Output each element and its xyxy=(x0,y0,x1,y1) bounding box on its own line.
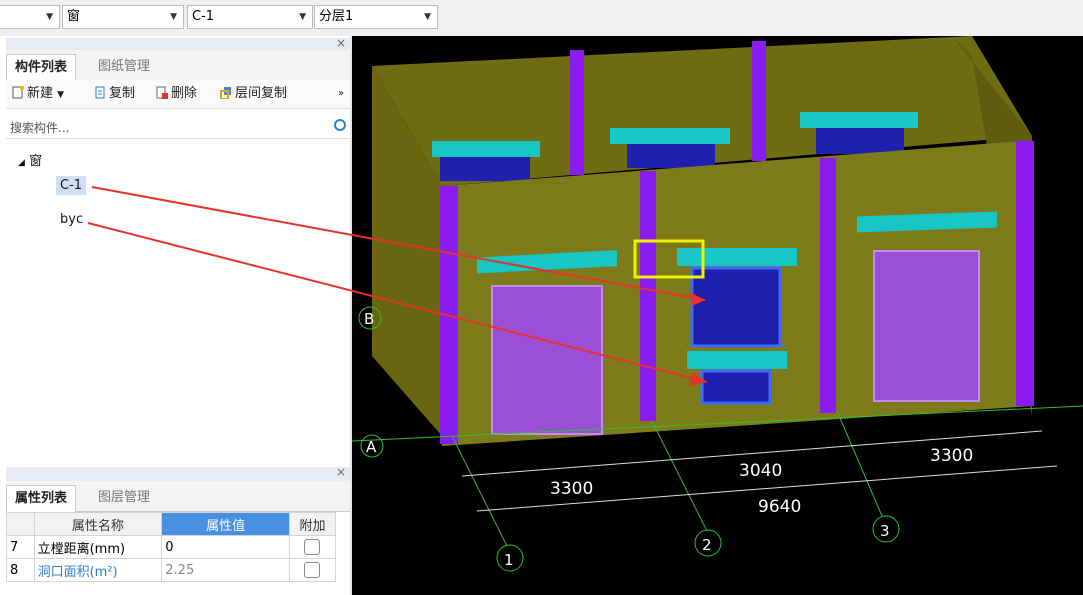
back-column xyxy=(752,41,766,161)
chevron-down-icon: ▼ xyxy=(424,12,431,22)
front-column xyxy=(1016,141,1034,406)
category-dropdown[interactable]: ▼ xyxy=(0,5,60,29)
copy-button-label: 复制 xyxy=(109,86,136,101)
copy-button[interactable]: 复制 xyxy=(94,84,135,104)
tree-item-c1[interactable]: C-1 xyxy=(56,176,87,195)
component-tree: ◢ 窗 C-1 byc xyxy=(6,140,353,462)
copy-icon xyxy=(94,86,106,99)
component-dropdown[interactable]: C-1 ▼ xyxy=(187,5,313,29)
extra-checkbox[interactable] xyxy=(288,558,337,582)
property-tabs: 属性列表 图层管理 xyxy=(6,481,352,512)
tree-item-byc[interactable]: byc xyxy=(60,212,83,227)
column-header-value: 属性值 xyxy=(161,512,290,536)
column-header-extra: 附加 xyxy=(288,512,337,536)
chevron-down-icon: ▼ xyxy=(46,12,53,22)
property-value[interactable]: 0 xyxy=(161,535,290,559)
axis-label-1: 1 xyxy=(504,551,514,569)
floor-copy-icon xyxy=(220,86,232,100)
dimension-3300-right: 3300 xyxy=(930,446,973,466)
search-icon[interactable] xyxy=(334,119,346,131)
type-dropdown[interactable]: 窗 ▼ xyxy=(62,5,184,29)
extra-checkbox[interactable] xyxy=(288,535,337,559)
chevron-down-icon: ▼ xyxy=(57,90,65,100)
property-value[interactable]: 2.25 xyxy=(161,558,290,582)
axis-label-a: A xyxy=(366,438,377,456)
3d-viewport[interactable]: B A 1 2 3 3300 3040 3300 9640 xyxy=(352,36,1083,595)
delete-button[interactable]: 删除 xyxy=(156,84,197,104)
dimension-3040: 3040 xyxy=(739,461,782,481)
grid-line-3 xyxy=(836,410,883,517)
property-name: 立樘距离(mm) xyxy=(33,535,163,559)
front-lintel xyxy=(677,248,797,266)
front-door xyxy=(491,285,603,435)
dimension-3300-left: 3300 xyxy=(550,479,593,499)
tab-property-list[interactable]: 属性列表 xyxy=(6,485,77,512)
front-column xyxy=(440,186,458,444)
delete-icon xyxy=(156,86,168,99)
front-column xyxy=(820,158,836,413)
layer-dropdown[interactable]: 分层1 ▼ xyxy=(314,5,438,29)
tab-layer-management[interactable]: 图层管理 xyxy=(90,485,158,511)
tree-root-window[interactable]: ◢ 窗 xyxy=(18,150,42,169)
dimension-9640-total: 9640 xyxy=(758,497,801,517)
new-button-label: 新建 xyxy=(27,86,54,101)
close-icon[interactable]: × xyxy=(336,36,346,50)
front-lintel xyxy=(687,351,787,369)
back-column xyxy=(570,50,584,175)
table-row[interactable]: 8 洞口面积(m²) 2.25 xyxy=(6,558,337,582)
building-3d-model[interactable]: B A 1 2 3 3300 3040 3300 9640 xyxy=(352,36,1083,595)
component-tabs: 构件列表 图纸管理 xyxy=(6,50,352,81)
front-column xyxy=(640,171,656,421)
component-toolbar: 新建 ▼ 复制 删除 层间复制 » xyxy=(6,80,352,109)
row-number: 7 xyxy=(6,535,35,559)
floor-copy-button[interactable]: 层间复制 xyxy=(220,84,287,104)
new-button[interactable]: 新建 ▼ xyxy=(12,84,64,104)
chevron-down-icon: ▼ xyxy=(299,12,306,22)
grid-line-2 xyxy=(651,420,708,532)
floor-copy-button-label: 层间复制 xyxy=(235,86,288,101)
layer-dropdown-value: 分层1 xyxy=(319,9,354,24)
back-lintel xyxy=(432,141,540,157)
axis-label-b: B xyxy=(364,310,374,328)
table-row[interactable]: 7 立樘距离(mm) 0 xyxy=(6,535,337,559)
new-file-icon xyxy=(12,86,24,99)
back-window xyxy=(627,144,715,168)
column-header-name: 属性名称 xyxy=(33,512,163,536)
window-byc xyxy=(700,369,772,405)
close-icon[interactable]: × xyxy=(336,465,346,479)
tab-drawing-management[interactable]: 图纸管理 xyxy=(90,54,158,80)
chevron-down-icon: ▼ xyxy=(170,12,177,22)
back-lintel xyxy=(610,128,730,144)
more-icon[interactable]: » xyxy=(338,84,344,104)
property-panel-header: × xyxy=(6,465,352,482)
back-lintel xyxy=(800,112,918,128)
axis-label-2: 2 xyxy=(702,536,712,554)
axis-label-3: 3 xyxy=(880,522,890,540)
tab-component-list[interactable]: 构件列表 xyxy=(6,54,77,81)
top-toolbar: ▼ 窗 ▼ C-1 ▼ 分层1 ▼ xyxy=(0,0,1083,37)
search-component[interactable]: 搜索构件... xyxy=(6,116,352,139)
search-input[interactable]: 搜索构件... xyxy=(10,119,69,136)
tree-root-label: 窗 xyxy=(29,154,43,169)
front-door xyxy=(873,250,980,402)
property-name: 洞口面积(m²) xyxy=(33,558,163,582)
window-c1 xyxy=(690,266,782,348)
delete-button-label: 删除 xyxy=(171,86,198,101)
row-number: 8 xyxy=(6,558,35,582)
property-table: 属性名称 属性值 附加 7 立樘距离(mm) 0 8 洞口面积(m²) 2.25 xyxy=(6,512,337,582)
grid-line-1 xyxy=(451,435,508,547)
column-header-index xyxy=(6,512,35,536)
component-dropdown-value: C-1 xyxy=(192,9,215,24)
back-window xyxy=(440,157,530,181)
type-dropdown-value: 窗 xyxy=(67,9,81,24)
back-window xyxy=(816,128,904,154)
collapse-icon[interactable]: ◢ xyxy=(18,158,25,168)
